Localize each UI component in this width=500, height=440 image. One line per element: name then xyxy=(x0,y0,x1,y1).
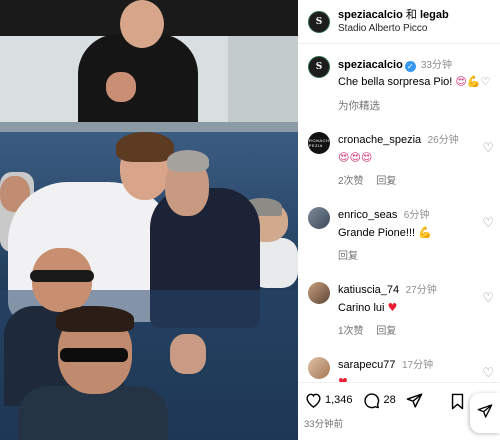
comment-item: CRONACHE SPEZIA cronache_spezia 26分钟 😍😍😍… xyxy=(308,130,494,187)
header-collaborator[interactable]: legab xyxy=(420,9,449,21)
sunglasses-front xyxy=(60,348,128,362)
post-caption: S speziacalcio ✓ 33分钟 Che bella sorpresa P… xyxy=(308,56,494,113)
heart-icon[interactable] xyxy=(304,391,322,409)
comment-like-heart-icon[interactable]: ♡ xyxy=(482,140,494,156)
comment-like-count[interactable]: 1次赞 xyxy=(338,326,364,337)
header-username[interactable]: speziacalcio xyxy=(338,9,403,21)
comment-text: 😍😍😍 xyxy=(338,151,478,164)
verified-badge-icon: ✓ xyxy=(404,61,416,72)
comment-time: 27分钟 xyxy=(405,285,437,296)
flexed-biceps-emoji-icon: 💪 xyxy=(418,226,432,239)
heart-eyes-emoji-icon: 😍 xyxy=(455,75,467,88)
comment-like-heart-icon[interactable]: ♡ xyxy=(482,365,494,381)
reply-button[interactable]: 回复 xyxy=(376,176,396,187)
send-paper-plane-icon[interactable] xyxy=(406,391,424,409)
comment-time: 6分钟 xyxy=(403,210,430,221)
share-action[interactable] xyxy=(406,391,424,409)
railing xyxy=(0,122,298,132)
comment-text-body: Grande Pione!!! xyxy=(338,227,416,239)
comment-bubble-icon[interactable] xyxy=(363,391,381,409)
heart-eyes-emoji-icon: 😍😍😍 xyxy=(338,151,373,164)
commenter-avatar[interactable] xyxy=(308,282,330,304)
spectator-top-hands xyxy=(106,72,136,102)
comment-like-heart-icon[interactable]: ♡ xyxy=(482,215,494,231)
comment-list: CRONACHE SPEZIA cronache_spezia 26分钟 😍😍😍… xyxy=(308,130,494,407)
reply-button[interactable]: 回复 xyxy=(376,326,396,337)
header-and: 和 xyxy=(405,8,417,21)
caption-text-line: Che bella sorpresa Pio! 😍💪♡ xyxy=(338,75,490,88)
post-photo[interactable] xyxy=(0,0,298,440)
white-heart-emoji-icon: ♡ xyxy=(480,75,491,88)
comment-time: 26分钟 xyxy=(427,135,459,146)
caption-avatar[interactable]: S xyxy=(308,56,330,78)
comment-like-count[interactable]: 2次赞 xyxy=(338,176,364,187)
post-header: S speziacalcio 和 legab Stadio Alberto Pi… xyxy=(298,0,500,44)
raised-hand xyxy=(170,334,206,374)
commenter-username[interactable]: cronache_spezia xyxy=(338,134,421,146)
sunglasses xyxy=(30,270,94,282)
like-action[interactable]: 1,346 xyxy=(304,391,353,409)
spectator-front-body xyxy=(18,386,168,440)
spectator-top-head xyxy=(120,0,164,48)
comment-item: katiuscia_74 27分钟 Carino lui ♥ 1次赞 回复 ♡ xyxy=(308,280,494,337)
commenter-username[interactable]: sarapecu77 xyxy=(338,359,396,371)
comment-text: Carino lui ♥ xyxy=(338,301,478,314)
comment-like-heart-icon[interactable]: ♡ xyxy=(482,290,494,306)
see-translation-link[interactable]: 为你精选 xyxy=(338,98,490,113)
comment-item: enrico_seas 6分钟 Grande Pione!!! 💪 回复 ♡ xyxy=(308,205,494,262)
caption-text: Che bella sorpresa Pio! xyxy=(338,76,453,88)
commenter-avatar[interactable] xyxy=(308,357,330,379)
send-arrow-icon[interactable] xyxy=(477,403,493,424)
commenter-avatar[interactable]: CRONACHE SPEZIA xyxy=(308,132,330,154)
comment-text-body: Carino lui xyxy=(338,302,385,314)
post-location[interactable]: Stadio Alberto Picco xyxy=(338,22,449,35)
young-man-hair xyxy=(116,132,174,162)
post-time-ago: 33分钟前 xyxy=(304,419,344,430)
avatar-letter: S xyxy=(315,62,323,72)
red-heart-emoji-icon: ♥ xyxy=(387,301,398,314)
stand-wall-right xyxy=(228,36,298,136)
comment-text: Grande Pione!!! 💪 xyxy=(338,226,478,239)
avatar-text: CRONACHE SPEZIA xyxy=(308,138,330,148)
like-count[interactable]: 1,346 xyxy=(325,394,353,406)
flexed-biceps-emoji-icon: 💪 xyxy=(466,75,481,88)
comment-time: 17分钟 xyxy=(401,360,434,371)
post-viewer: S speziacalcio 和 legab Stadio Alberto Pi… xyxy=(0,0,500,440)
floating-share-button[interactable] xyxy=(470,393,500,433)
comment-action[interactable]: 28 xyxy=(363,391,396,409)
spectator-front-hair xyxy=(56,306,134,332)
comment-count[interactable]: 28 xyxy=(384,394,396,406)
post-side-panel: S speziacalcio 和 legab Stadio Alberto Pi… xyxy=(298,0,500,440)
commenter-username[interactable]: katiuscia_74 xyxy=(338,284,399,296)
commenter-username[interactable]: enrico_seas xyxy=(338,209,397,221)
commenter-avatar[interactable] xyxy=(308,207,330,229)
bookmark-icon[interactable] xyxy=(448,392,466,410)
caption-username[interactable]: speziacalcio xyxy=(338,59,403,71)
suit-man-hair xyxy=(167,150,209,172)
account-avatar[interactable]: S xyxy=(308,10,330,33)
reply-button[interactable]: 回复 xyxy=(338,251,358,262)
avatar-letter: S xyxy=(315,16,323,27)
caption-time: 33分钟 xyxy=(420,60,452,71)
post-actions-bar: 1,346 28 33分钟前 xyxy=(298,382,500,440)
